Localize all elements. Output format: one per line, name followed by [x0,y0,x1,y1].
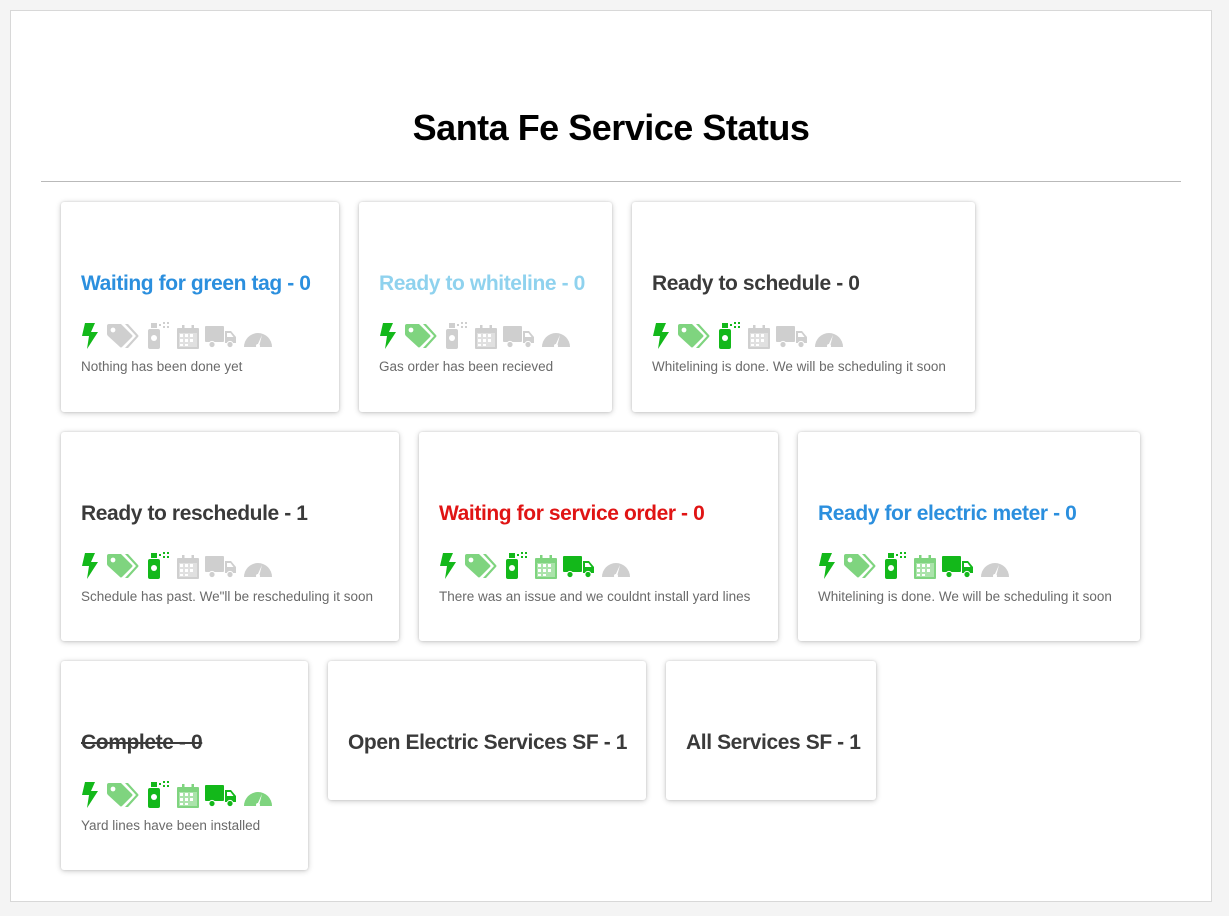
status-card-waiting-service-order[interactable]: Waiting for service order - 0 There was … [419,432,778,641]
status-card-complete[interactable]: Complete - 0 Yard lines have been instal… [61,661,308,870]
truck-icon [205,784,237,808]
gauge-icon [601,557,631,579]
calendar-icon [177,784,199,808]
card-description: Nothing has been done yet [81,359,243,374]
card-description: Gas order has been recieved [379,359,554,374]
title-divider [41,181,1181,182]
tag-icon [403,323,437,349]
bolt-icon [81,782,99,808]
gauge-icon [814,327,844,349]
open-electric-services-card[interactable]: Open Electric Services SF - 1 [328,661,646,800]
status-card-waiting-green-tag[interactable]: Waiting for green tag - 0 Nothing has be… [61,202,339,412]
tag-icon [463,553,497,579]
gauge-icon [980,557,1010,579]
tag-icon [105,782,139,808]
truck-icon [205,325,237,349]
gauge-icon [243,557,273,579]
bolt-icon [652,323,670,349]
card-description: Schedule has past. We"ll be rescheduling… [81,589,373,604]
calendar-icon [535,555,557,579]
progress-icons [652,321,850,349]
status-card-ready-schedule[interactable]: Ready to schedule - 0 Whitelining is don… [632,202,975,412]
truck-icon [563,555,595,579]
calendar-icon [748,325,770,349]
card-description: Whitelining is done. We will be scheduli… [652,359,946,374]
spray-can-icon [716,321,742,349]
card-title: Ready for electric meter - 0 [818,502,1077,525]
spray-can-icon [882,551,908,579]
card-description: There was an issue and we couldnt instal… [439,589,751,604]
spray-can-icon [145,321,171,349]
spray-can-icon [443,321,469,349]
card-title: Ready to reschedule - 1 [81,502,308,525]
tag-icon [676,323,710,349]
bolt-icon [379,323,397,349]
tag-icon [105,553,139,579]
card-title: Waiting for service order - 0 [439,502,705,525]
card-title: Waiting for green tag - 0 [81,272,311,295]
status-card-ready-whiteline[interactable]: Ready to whiteline - 0 Gas order has bee… [359,202,612,412]
card-title: All Services SF - 1 [686,731,861,754]
progress-icons [818,551,1016,579]
tag-icon [105,323,139,349]
bolt-icon [81,323,99,349]
progress-icons [81,780,279,808]
truck-icon [503,325,535,349]
card-title: Complete - 0 [81,731,203,754]
card-description: Whitelining is done. We will be scheduli… [818,589,1112,604]
spray-can-icon [145,780,171,808]
progress-icons [379,321,577,349]
gauge-icon [541,327,571,349]
calendar-icon [914,555,936,579]
bolt-icon [439,553,457,579]
bolt-icon [81,553,99,579]
card-title: Ready to schedule - 0 [652,272,860,295]
truck-icon [776,325,808,349]
spray-can-icon [145,551,171,579]
progress-icons [81,551,279,579]
status-card-ready-reschedule[interactable]: Ready to reschedule - 1 Schedule has pas… [61,432,399,641]
truck-icon [205,555,237,579]
card-title: Open Electric Services SF - 1 [348,731,628,754]
card-title: Ready to whiteline - 0 [379,272,585,295]
card-description: Yard lines have been installed [81,818,261,833]
spray-can-icon [503,551,529,579]
all-services-card[interactable]: All Services SF - 1 [666,661,876,800]
calendar-icon [177,555,199,579]
progress-icons [439,551,637,579]
page-title: Santa Fe Service Status [412,107,810,148]
calendar-icon [475,325,497,349]
status-card-ready-electric-meter[interactable]: Ready for electric meter - 0 Whitelining… [798,432,1140,641]
calendar-icon [177,325,199,349]
progress-icons [81,321,279,349]
tag-icon [842,553,876,579]
truck-icon [942,555,974,579]
page-frame: Santa Fe Service Status Waiting for gree… [10,10,1212,902]
gauge-icon [243,327,273,349]
bolt-icon [818,553,836,579]
gauge-icon [243,786,273,808]
